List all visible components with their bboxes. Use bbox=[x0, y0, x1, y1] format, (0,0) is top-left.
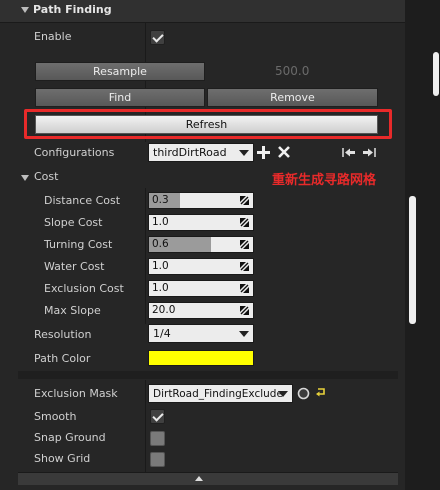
smooth-checkbox[interactable] bbox=[150, 409, 165, 424]
chevron-down-icon bbox=[239, 331, 249, 337]
cost-row-value: 0.6 bbox=[152, 238, 169, 250]
bottom-divider bbox=[145, 380, 146, 472]
resample-button[interactable]: Resample bbox=[35, 62, 205, 81]
resolution-selected: 1/4 bbox=[153, 327, 171, 340]
exclusion-mask-selected: DirtRoad_FindingExclude bbox=[153, 387, 283, 400]
move-right-icon[interactable] bbox=[362, 147, 376, 158]
cost-row-spinbox[interactable]: 1.0 bbox=[148, 214, 254, 231]
snap-ground-checkbox[interactable] bbox=[150, 431, 165, 446]
scrollbar-thumb[interactable] bbox=[409, 196, 416, 324]
cost-row-label: Slope Cost bbox=[44, 216, 103, 229]
resample-value: 500.0 bbox=[275, 64, 310, 78]
configurations-label: Configurations bbox=[34, 146, 115, 159]
remove-button[interactable]: Remove bbox=[207, 88, 378, 107]
cost-row-value: 20.0 bbox=[152, 304, 176, 316]
cost-collapse-icon[interactable] bbox=[21, 175, 29, 181]
cost-row-value: 1.0 bbox=[152, 216, 169, 228]
cost-row-label: Max Slope bbox=[44, 304, 101, 317]
exclusion-mask-dropdown[interactable]: DirtRoad_FindingExclude bbox=[148, 384, 293, 403]
show-grid-checkbox[interactable] bbox=[150, 452, 165, 467]
cost-row-spinbox[interactable]: 1.0 bbox=[148, 258, 254, 275]
cost-row-spinbox[interactable]: 0.6 bbox=[148, 236, 254, 253]
cost-row-label: Turning Cost bbox=[44, 238, 113, 251]
expand-up-icon[interactable] bbox=[194, 475, 204, 483]
details-panel: Path Finding Enable Resample 500.0 Find … bbox=[0, 0, 405, 490]
cost-divider bbox=[145, 188, 146, 324]
resize-arrows-icon bbox=[240, 196, 249, 205]
snap-ground-label: Snap Ground bbox=[34, 431, 106, 444]
resolution-dropdown[interactable]: 1/4 bbox=[148, 324, 254, 343]
chevron-down-icon bbox=[239, 150, 249, 156]
resize-arrows-icon bbox=[240, 262, 249, 271]
advanced-expander[interactable] bbox=[18, 472, 398, 485]
move-left-icon[interactable] bbox=[342, 147, 356, 158]
resolution-label: Resolution bbox=[34, 328, 92, 341]
configurations-selected: thirdDirtRoad bbox=[153, 146, 227, 159]
outer-scrollbar-thumb[interactable] bbox=[433, 52, 439, 96]
cost-row-value: 1.0 bbox=[152, 282, 169, 294]
enable-checkbox[interactable] bbox=[150, 30, 165, 45]
delete-icon[interactable] bbox=[278, 146, 290, 158]
exclusion-mask-label: Exclusion Mask bbox=[34, 387, 118, 400]
path-color-swatch[interactable] bbox=[148, 350, 254, 366]
cost-row-spinbox[interactable]: 20.0 bbox=[148, 302, 254, 319]
section-header[interactable]: Path Finding bbox=[0, 0, 405, 23]
cost-row-label: Distance Cost bbox=[44, 194, 121, 207]
add-icon[interactable] bbox=[257, 146, 270, 159]
browse-circle-icon[interactable] bbox=[297, 387, 310, 400]
section-separator bbox=[18, 371, 398, 379]
cost-row-spinbox[interactable]: 1.0 bbox=[148, 280, 254, 297]
resize-arrows-icon bbox=[240, 240, 249, 249]
find-button[interactable]: Find bbox=[35, 88, 205, 107]
configurations-dropdown[interactable]: thirdDirtRoad bbox=[148, 143, 254, 162]
enable-label: Enable bbox=[34, 30, 72, 43]
collapse-arrow-icon[interactable] bbox=[21, 7, 29, 13]
cost-title: Cost bbox=[34, 170, 59, 183]
smooth-label: Smooth bbox=[34, 410, 77, 423]
cost-row-value: 0.3 bbox=[152, 194, 169, 206]
reset-arrow-icon[interactable] bbox=[315, 387, 327, 399]
show-grid-label: Show Grid bbox=[34, 452, 91, 465]
annotation-text: 重新生成寻路网格 bbox=[272, 173, 377, 188]
cost-row-label: Water Cost bbox=[44, 260, 105, 273]
cost-row-value: 1.0 bbox=[152, 260, 169, 272]
cost-row-label: Exclusion Cost bbox=[44, 282, 124, 295]
path-color-label: Path Color bbox=[34, 352, 91, 365]
resize-arrows-icon bbox=[240, 218, 249, 227]
resize-arrows-icon bbox=[240, 284, 249, 293]
refresh-highlight-box bbox=[24, 109, 392, 139]
resize-arrows-icon bbox=[240, 306, 249, 315]
cost-row-spinbox[interactable]: 0.3 bbox=[148, 192, 254, 209]
section-title: Path Finding bbox=[33, 3, 112, 16]
chevron-down-icon bbox=[278, 391, 288, 397]
